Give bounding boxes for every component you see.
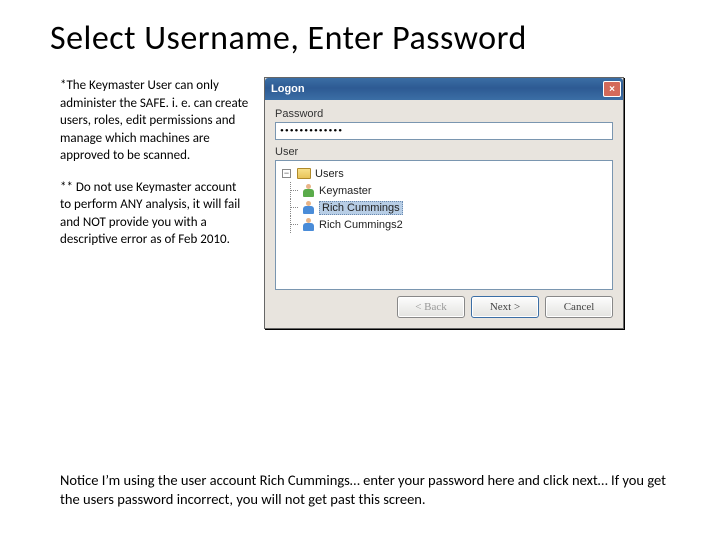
- tree-root[interactable]: − Users: [280, 165, 608, 182]
- close-button[interactable]: ×: [603, 81, 621, 97]
- tree-item-rich-cummings[interactable]: Rich Cummings: [280, 199, 608, 216]
- user-label: User: [275, 146, 298, 158]
- tree-item-rich-cummings2[interactable]: Rich Cummings2: [280, 216, 608, 233]
- tree-item-label: Keymaster: [319, 185, 372, 197]
- close-icon: ×: [609, 84, 615, 95]
- folder-icon: [297, 168, 311, 179]
- next-button[interactable]: Next >: [471, 296, 539, 318]
- password-input[interactable]: •••••••••••••: [275, 122, 613, 140]
- person-icon: [302, 184, 315, 197]
- tree-item-label: Rich Cummings: [319, 201, 403, 215]
- tree-root-label: Users: [315, 168, 344, 180]
- person-icon: [302, 201, 315, 214]
- collapse-icon[interactable]: −: [282, 169, 291, 178]
- left-column: *The Keymaster User can only administer …: [60, 77, 250, 329]
- tree-item-keymaster[interactable]: Keymaster: [280, 182, 608, 199]
- dialog-title: Logon: [271, 83, 305, 95]
- password-label: Password: [275, 108, 323, 120]
- person-icon: [302, 218, 315, 231]
- back-button[interactable]: < Back: [397, 296, 465, 318]
- slide-title: Select Username, Enter Password: [0, 0, 720, 59]
- note-2: ** Do not use Keymaster account to perfo…: [60, 179, 250, 249]
- user-tree[interactable]: − Users Keymaster Rich Cummings Rich Cum…: [275, 160, 613, 290]
- button-row: < Back Next > Cancel: [397, 296, 613, 318]
- cancel-button[interactable]: Cancel: [545, 296, 613, 318]
- note-1: *The Keymaster User can only administer …: [60, 77, 250, 165]
- content-row: *The Keymaster User can only administer …: [0, 59, 720, 329]
- password-value: •••••••••••••: [280, 125, 343, 137]
- titlebar: Logon ×: [265, 78, 623, 100]
- caption-text: Notice I’m using the user account Rich C…: [60, 471, 680, 510]
- tree-item-label: Rich Cummings2: [319, 219, 403, 231]
- logon-dialog: Logon × Password ••••••••••••• User − Us…: [264, 77, 624, 329]
